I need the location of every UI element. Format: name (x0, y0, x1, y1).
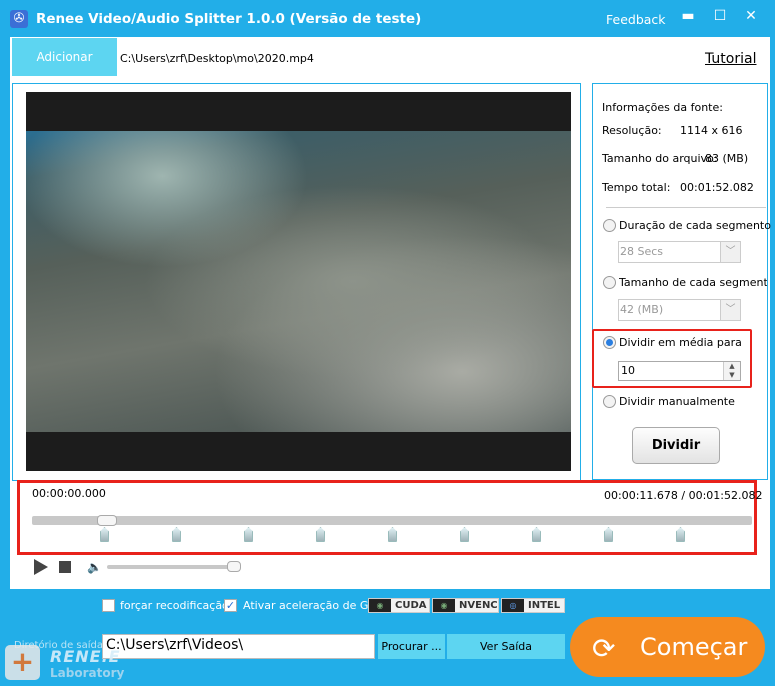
chevron-down-icon: ﹀ (720, 242, 740, 262)
divide-button[interactable]: Dividir (632, 427, 720, 464)
file-size-label: Tamanho do arquivo: (602, 152, 718, 165)
renee-logo-icon: + (5, 645, 40, 680)
output-dir-input[interactable]: C:\Users\zrf\Videos\ (102, 634, 375, 659)
film-reel-icon: ✇ (10, 10, 28, 28)
intel-label: INTEL (528, 600, 561, 611)
cuda-label: CUDA (395, 600, 427, 611)
force-reencode-label: forçar recodificação (120, 599, 229, 612)
size-option-label: Tamanho de cada segmento (619, 276, 767, 289)
minimize-icon[interactable]: ▬ (678, 8, 698, 24)
manual-radio[interactable] (603, 395, 616, 408)
nvidia-icon: ◉ (433, 599, 455, 612)
cuda-button[interactable]: ◉ CUDA (368, 598, 430, 613)
duration-label: Tempo total: (602, 181, 671, 194)
segment-count-value: 10 (621, 364, 635, 377)
duration-select-value: 28 Secs (620, 245, 664, 258)
size-select-value: 42 (MB) (620, 303, 664, 316)
tutorial-link[interactable]: Tutorial (705, 51, 756, 67)
timeline-thumb[interactable] (96, 515, 117, 526)
add-file-button[interactable]: Adicionar Arquivo (12, 38, 117, 102)
gpu-label: Ativar aceleração de GPU (243, 599, 384, 612)
resolution-value: 1114 x 616 (680, 124, 743, 137)
duration-option-label: Duração de cada segmento (619, 219, 771, 232)
volume-slider[interactable] (107, 565, 241, 569)
size-radio[interactable] (603, 276, 616, 289)
browse-button[interactable]: Procurar ... (378, 634, 445, 659)
gpu-checkbox[interactable]: ✓ (224, 599, 237, 612)
timeline-slider[interactable] (32, 516, 752, 525)
close-icon[interactable]: ✕ (741, 8, 761, 24)
volume-thumb[interactable] (227, 561, 242, 572)
view-output-button[interactable]: Ver Saída (447, 634, 565, 659)
start-time: 00:00:00.000 (32, 487, 106, 500)
title-bar: ✇ Renee Video/Audio Splitter 1.0.0 (Vers… (0, 0, 775, 37)
intel-icon: ◎ (502, 599, 524, 612)
stop-icon[interactable] (59, 561, 71, 573)
nvenc-button[interactable]: ◉ NVENC (432, 598, 499, 613)
chevron-down-icon: ﹀ (720, 300, 740, 320)
average-option-label: Dividir em média para (619, 336, 742, 349)
nvenc-label: NVENC (459, 600, 498, 611)
feedback-link[interactable]: Feedback (606, 12, 666, 27)
resolution-label: Resolução: (602, 124, 662, 137)
video-frame (26, 131, 571, 432)
brand-name: RENE.E (50, 647, 121, 666)
source-info-heading: Informações da fonte: (602, 101, 723, 114)
current-time: 00:00:11.678 / 00:01:52.082 (604, 489, 763, 502)
file-size-value: 83 (MB) (705, 152, 749, 165)
intel-button[interactable]: ◎ INTEL (501, 598, 565, 613)
size-select[interactable]: 42 (MB) ﹀ (618, 299, 741, 321)
volume-icon[interactable]: 🔈 (87, 560, 102, 574)
average-radio[interactable] (603, 336, 616, 349)
segment-count-stepper[interactable]: 10 ▲ ▼ (618, 361, 741, 381)
divider (606, 207, 766, 208)
nvidia-icon: ◉ (369, 599, 391, 612)
window-title: Renee Video/Audio Splitter 1.0.0 (Versão… (36, 11, 422, 27)
manual-option-label: Dividir manualmente (619, 395, 735, 408)
brand-sub: Laboratory (50, 666, 125, 680)
duration-radio[interactable] (603, 219, 616, 232)
maximize-icon[interactable]: ☐ (710, 8, 730, 24)
sync-icon: ⟳ (592, 632, 616, 665)
force-reencode-checkbox[interactable] (102, 599, 115, 612)
play-icon[interactable] (34, 559, 48, 575)
duration-value: 00:01:52.082 (680, 181, 754, 194)
stepper-arrows-icon[interactable]: ▲ ▼ (723, 362, 740, 380)
duration-select[interactable]: 28 Secs ﹀ (618, 241, 741, 263)
file-path: C:\Users\zrf\Desktop\mo\2020.mp4 (120, 52, 314, 65)
